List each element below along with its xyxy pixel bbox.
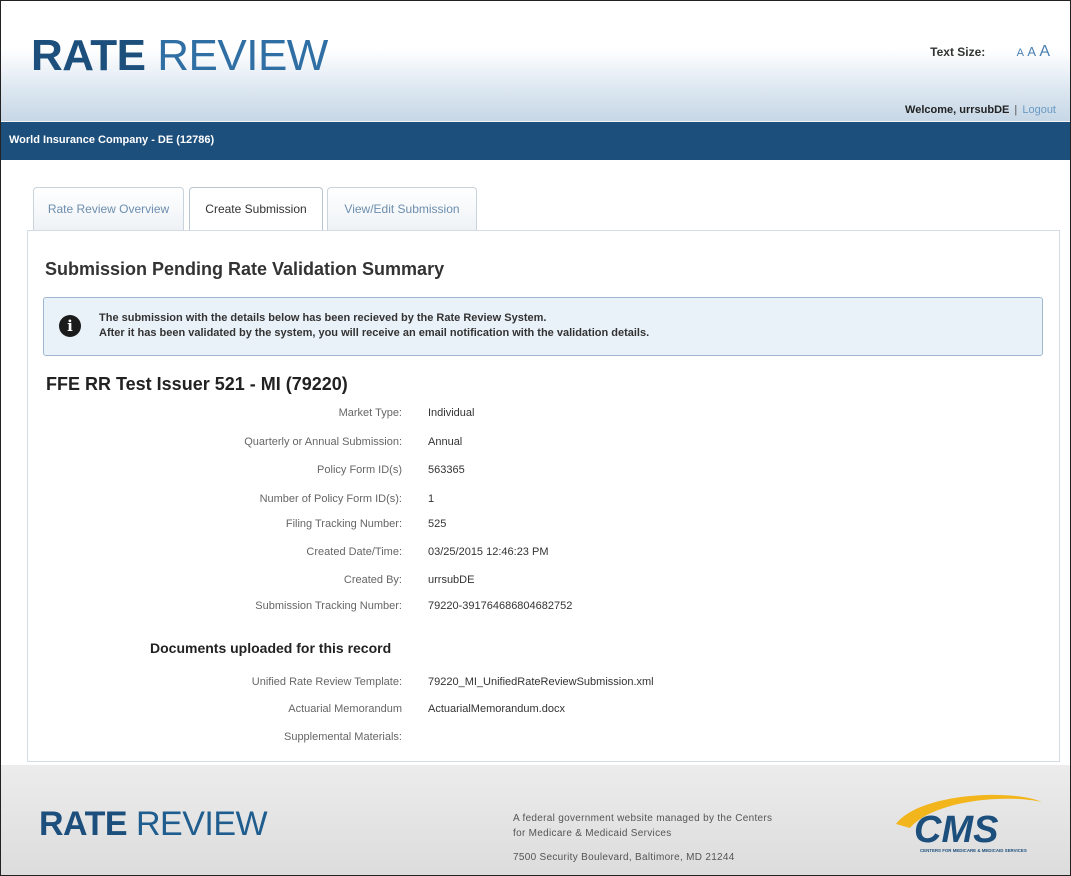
page-title: Submission Pending Rate Validation Summa…: [45, 259, 445, 279]
document-row-urr-template: Unified Rate Review Template: 79220_MI_U…: [28, 676, 1059, 696]
document-link[interactable]: ActuarialMemorandum.docx: [428, 703, 565, 715]
document-label: Supplemental Materials:: [283, 731, 402, 743]
rate-review-logo[interactable]: RATE REVIEW: [31, 31, 328, 81]
detail-row-filing-tracking-number: Filing Tracking Number: 525: [28, 518, 1059, 538]
detail-value: 563365: [428, 464, 465, 476]
detail-value: urrsubDE: [428, 574, 475, 586]
detail-row-market-type: Market Type: Individual: [28, 407, 1059, 427]
detail-label: Quarterly or Annual Submission:: [244, 436, 402, 448]
text-size-large-button[interactable]: A: [1039, 43, 1050, 60]
site-header: RATE REVIEW Text Size: A A A Welcome, ur…: [1, 1, 1070, 121]
footer-address: 7500 Security Boulevard, Baltimore, MD 2…: [513, 852, 735, 863]
detail-row-created-date-time: Created Date/Time: 03/25/2015 12:46:23 P…: [28, 546, 1059, 566]
document-label: Actuarial Memorandum: [288, 703, 402, 715]
footer-text: A federal government website managed by …: [513, 811, 772, 865]
tab-rate-review-overview[interactable]: Rate Review Overview: [33, 187, 184, 230]
detail-value: 525: [428, 518, 447, 530]
text-size-small-button[interactable]: A: [1017, 47, 1024, 59]
welcome-separator: |: [1014, 104, 1018, 116]
documents-heading: Documents uploaded for this record: [150, 640, 392, 656]
tab-panel: Submission Pending Rate Validation Summa…: [27, 230, 1060, 762]
document-row-supplemental-materials: Supplemental Materials:: [28, 731, 1059, 751]
info-message-box: i The submission with the details below …: [43, 297, 1043, 356]
detail-value: Individual: [428, 407, 475, 419]
company-bar: World Insurance Company - DE (12786): [1, 122, 1070, 160]
footer-logo-bold-text: RATE: [39, 805, 128, 843]
footer-line1: A federal government website managed by …: [513, 813, 773, 824]
detail-label: Submission Tracking Number:: [255, 600, 402, 612]
detail-value: Annual: [428, 436, 463, 448]
detail-label: Policy Form ID(s): [317, 464, 402, 476]
document-label: Unified Rate Review Template:: [251, 676, 402, 688]
company-name: World Insurance Company - DE (12786): [9, 134, 215, 146]
logo-light-text: REVIEW: [157, 31, 328, 80]
text-size-label: Text Size:: [930, 45, 986, 59]
detail-label: Market Type:: [338, 407, 402, 419]
detail-value: 79220-391764686804682752: [428, 600, 573, 612]
logout-link[interactable]: Logout: [1022, 104, 1056, 116]
footer-logo-light-text: REVIEW: [135, 805, 268, 843]
detail-value: 1: [428, 493, 435, 505]
detail-row-submission-tracking-number: Submission Tracking Number: 79220-391764…: [28, 600, 1059, 620]
detail-label: Number of Policy Form ID(s):: [259, 493, 402, 505]
footer-line2: for Medicare & Medicaid Services: [513, 828, 672, 839]
document-row-actuarial-memorandum: Actuarial Memorandum ActuarialMemorandum…: [28, 703, 1059, 723]
text-size-control: Text Size: A A A: [930, 43, 1050, 61]
text-size-medium-button[interactable]: A: [1027, 44, 1036, 59]
welcome-text: Welcome, urrsubDE: [905, 104, 1010, 116]
cms-logo-icon[interactable]: CMS CENTERS FOR MEDICARE & MEDICAID SERV…: [888, 790, 1046, 856]
info-icon: i: [59, 315, 81, 337]
detail-row-submission-frequency: Quarterly or Annual Submission: Annual: [28, 436, 1059, 456]
issuer-heading: FFE RR Test Issuer 521 - MI (79220): [46, 374, 348, 394]
document-link[interactable]: 79220_MI_UnifiedRateReviewSubmission.xml: [428, 676, 654, 688]
footer-rate-review-logo[interactable]: RATE REVIEW: [39, 805, 268, 844]
detail-label: Created Date/Time:: [306, 546, 402, 558]
detail-row-policy-form-ids: Policy Form ID(s) 563365: [28, 464, 1059, 484]
cms-logo-subtext: CENTERS FOR MEDICARE & MEDICAID SERVICES: [920, 848, 1027, 853]
browser-frame: RATE REVIEW Text Size: A A A Welcome, ur…: [0, 0, 1071, 876]
detail-value: 03/25/2015 12:46:23 PM: [428, 546, 549, 558]
site-footer: RATE REVIEW A federal government website…: [1, 765, 1070, 875]
welcome-area: Welcome, urrsubDE | Logout: [905, 104, 1056, 116]
info-message-line1: The submission with the details below ha…: [99, 312, 547, 324]
detail-label: Created By:: [343, 574, 402, 586]
logo-bold-text: RATE: [31, 31, 146, 80]
info-message-line2: After it has been validated by the syste…: [99, 327, 650, 339]
cms-logo-text: CMS: [914, 809, 998, 851]
info-message: The submission with the details below ha…: [99, 311, 649, 341]
detail-row-created-by: Created By: urrsubDE: [28, 574, 1059, 594]
tab-create-submission[interactable]: Create Submission: [189, 187, 323, 232]
detail-row-policy-form-count: Number of Policy Form ID(s): 1: [28, 493, 1059, 513]
tab-view-edit-submission[interactable]: View/Edit Submission: [327, 187, 477, 230]
detail-label: Filing Tracking Number:: [285, 518, 402, 530]
